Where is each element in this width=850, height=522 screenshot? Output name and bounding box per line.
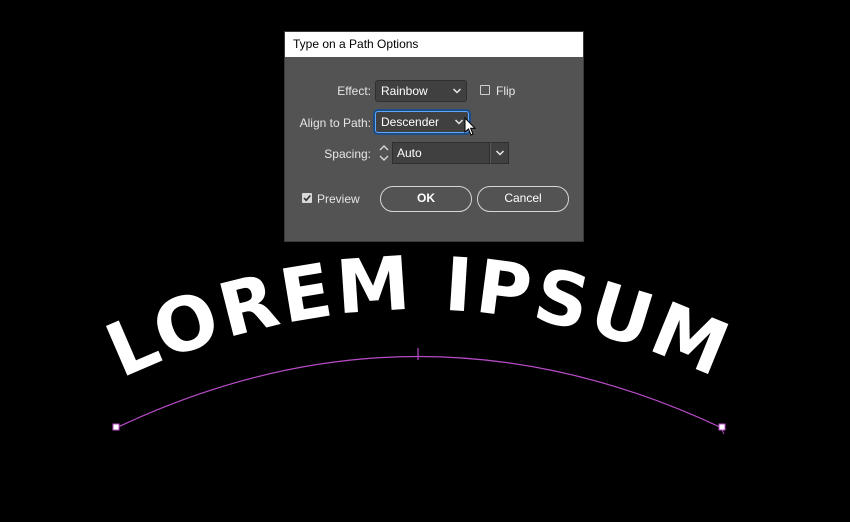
ok-button[interactable]: OK xyxy=(380,186,472,212)
align-to-path-select[interactable]: Descender xyxy=(375,111,469,133)
dialog-title: Type on a Path Options xyxy=(285,32,583,57)
type-on-path-dialog: Type on a Path Options Effect: Rainbow F… xyxy=(285,32,583,241)
cancel-button[interactable]: Cancel xyxy=(477,186,569,212)
spacing-input[interactable]: Auto xyxy=(392,142,490,164)
effect-label: Effect: xyxy=(337,84,371,98)
preview-label: Preview xyxy=(317,192,360,206)
flip-checkbox[interactable] xyxy=(480,85,490,95)
spacing-stepper[interactable] xyxy=(377,142,391,164)
align-to-path-label: Align to Path: xyxy=(299,116,371,130)
spacing-label: Spacing: xyxy=(324,147,371,161)
flip-label: Flip xyxy=(496,84,516,98)
spacing-value: Auto xyxy=(397,146,422,160)
path-anchor-end[interactable] xyxy=(718,423,726,431)
path-text[interactable]: LOREM IPSUM xyxy=(94,241,743,395)
text-path-curve[interactable] xyxy=(115,355,723,429)
chevron-down-icon xyxy=(452,81,462,101)
align-to-path-value: Descender xyxy=(381,115,440,129)
mouse-pointer-icon xyxy=(464,117,476,136)
effect-value: Rainbow xyxy=(381,84,428,98)
path-anchor-start[interactable] xyxy=(112,423,120,431)
chevron-down-icon xyxy=(495,143,505,168)
spacing-dropdown-button[interactable] xyxy=(490,142,509,164)
checkmark-icon xyxy=(303,194,311,202)
preview-checkbox[interactable] xyxy=(302,193,312,203)
effect-select[interactable]: Rainbow xyxy=(375,80,467,102)
